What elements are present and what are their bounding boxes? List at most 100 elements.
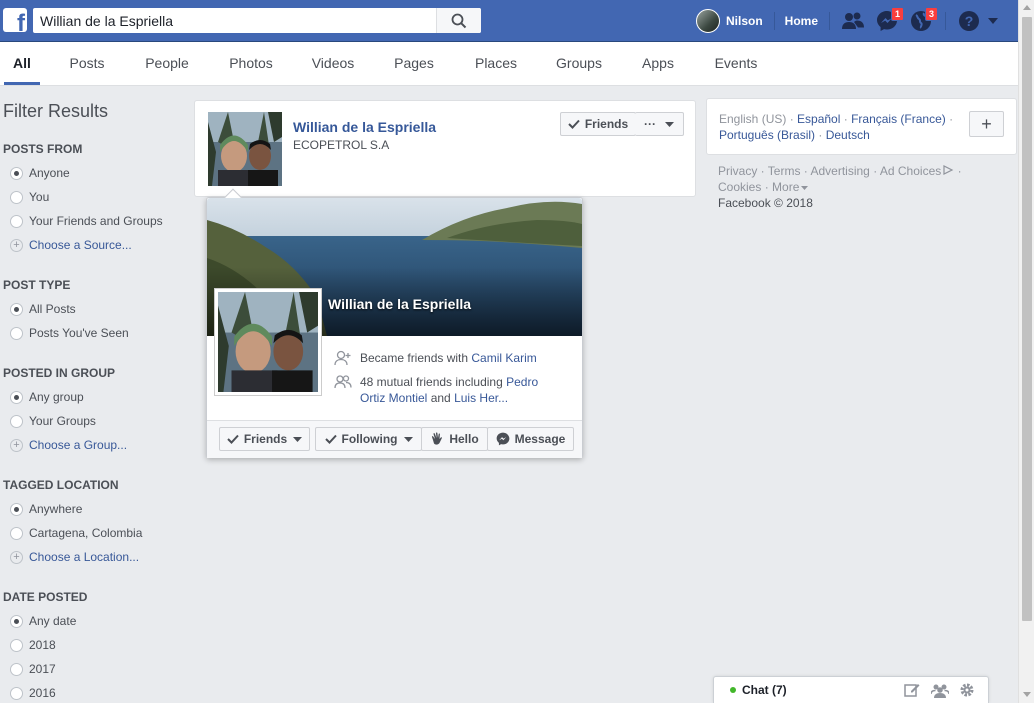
radio[interactable]: [10, 414, 23, 428]
more-options-button[interactable]: ···: [635, 112, 684, 136]
filter-option-2017[interactable]: 2017: [10, 662, 56, 676]
choose-group-link[interactable]: + Choose a Group...: [10, 438, 127, 452]
scroll-down-arrow-icon[interactable]: [1023, 692, 1031, 697]
chat-sidebar-tab[interactable]: Chat (7): [713, 676, 989, 703]
filter-option-you[interactable]: You: [10, 190, 49, 204]
new-message-button[interactable]: [904, 682, 920, 698]
tab-groups[interactable]: Groups: [548, 42, 610, 85]
user-avatar[interactable]: [696, 9, 720, 33]
scroll-up-arrow-icon[interactable]: [1023, 5, 1031, 10]
filter-option-2016[interactable]: 2016: [10, 686, 56, 700]
profile-link[interactable]: Nilson: [726, 14, 763, 28]
tab-posts[interactable]: Posts: [62, 42, 112, 85]
footer-link[interactable]: More: [772, 180, 799, 194]
radio[interactable]: [10, 190, 23, 204]
tab-pages[interactable]: Pages: [386, 42, 442, 85]
divider: [945, 12, 947, 30]
search-button[interactable]: [436, 8, 481, 33]
radio-selected[interactable]: [10, 502, 23, 516]
radio[interactable]: [10, 326, 23, 340]
radio[interactable]: [10, 662, 23, 676]
filter-option-anywhere[interactable]: Anywhere: [10, 502, 82, 516]
footer-link[interactable]: Privacy: [718, 164, 757, 178]
filter-option-seen[interactable]: Posts You've Seen: [10, 326, 129, 340]
footer-link[interactable]: Advertising: [810, 164, 869, 178]
message-label: Message: [514, 432, 566, 446]
footer-link[interactable]: Terms: [768, 164, 801, 178]
messages-button[interactable]: 1: [874, 7, 905, 34]
following-button[interactable]: Following: [315, 427, 422, 451]
facebook-logo-icon[interactable]: f: [3, 8, 27, 32]
profile-photo[interactable]: [208, 112, 282, 186]
current-language: English (US): [719, 112, 787, 126]
message-button[interactable]: Message: [487, 427, 574, 451]
gear-icon: [960, 683, 974, 697]
language-link[interactable]: Deutsch: [826, 128, 870, 142]
tab-events[interactable]: Events: [706, 42, 766, 85]
add-language-button[interactable]: +: [969, 111, 1004, 137]
tab-photos[interactable]: Photos: [220, 42, 282, 85]
post-type-heading: POST TYPE: [3, 278, 71, 292]
hovercard-profile-photo[interactable]: [215, 289, 321, 395]
mutual-friend-link[interactable]: Camil Karim: [471, 351, 536, 365]
language-link[interactable]: Español: [797, 112, 840, 126]
footer-link[interactable]: Ad Choices: [880, 164, 941, 178]
create-group-button[interactable]: [930, 682, 950, 698]
filter-option-all-posts[interactable]: All Posts: [10, 302, 76, 316]
radio[interactable]: [10, 214, 23, 228]
tab-apps[interactable]: Apps: [634, 42, 682, 85]
language-link[interactable]: Português (Brasil): [719, 128, 815, 142]
filter-option-your-groups[interactable]: Your Groups: [10, 414, 96, 428]
filter-option-friends-groups[interactable]: Your Friends and Groups: [10, 214, 163, 228]
choose-source-link[interactable]: + Choose a Source...: [10, 238, 132, 252]
friend-requests-button[interactable]: [840, 8, 866, 34]
plus-icon: +: [10, 438, 23, 452]
home-link[interactable]: Home: [785, 14, 818, 28]
notifications-button[interactable]: 3: [908, 7, 939, 34]
option-label: Posts You've Seen: [29, 326, 129, 340]
topbar-right: Nilson Home 1 3 ?: [696, 0, 1000, 42]
radio-selected[interactable]: [10, 302, 23, 316]
chat-settings-button[interactable]: [959, 682, 975, 698]
language-list: English (US) · Español · Français (Franc…: [719, 112, 954, 142]
mutual-friend-link[interactable]: Luis Her...: [454, 391, 508, 405]
language-link[interactable]: Français (France): [851, 112, 946, 126]
search-input[interactable]: [33, 9, 436, 32]
filter-option-anyone[interactable]: Anyone: [10, 166, 70, 180]
filter-option-any-date[interactable]: Any date: [10, 614, 76, 628]
mutual-friends-text: 48 mutual friends including: [360, 375, 507, 389]
option-label: Your Friends and Groups: [29, 214, 163, 228]
scroll-thumb[interactable]: [1022, 17, 1032, 621]
friends-button[interactable]: Friends: [560, 112, 636, 136]
result-name-link[interactable]: Willian de la Espriella: [293, 119, 436, 135]
messenger-icon: [496, 432, 510, 446]
tab-places[interactable]: Places: [466, 42, 526, 85]
filter-option-any-group[interactable]: Any group: [10, 390, 84, 404]
tab-people[interactable]: People: [136, 42, 198, 85]
option-label: Choose a Location...: [29, 550, 140, 564]
radio[interactable]: [10, 686, 23, 700]
top-navigation-bar: f Nilson Home 1 3 ?: [0, 0, 1018, 42]
help-button[interactable]: ?: [956, 8, 982, 34]
page-scrollbar[interactable]: [1018, 0, 1034, 703]
hovercard-friends-button[interactable]: Friends: [219, 427, 310, 451]
filter-option-2018[interactable]: 2018: [10, 638, 56, 652]
search-filter-tabs: All Posts People Photos Videos Pages Pla…: [0, 42, 1018, 86]
caret-down-icon: [293, 436, 303, 442]
group-icon: [930, 684, 950, 698]
radio-selected[interactable]: [10, 166, 23, 180]
footer-link[interactable]: Cookies: [718, 180, 761, 194]
option-label: Any group: [29, 390, 84, 404]
hovercard-name-link[interactable]: Willian de la Espriella: [328, 296, 471, 312]
tab-all[interactable]: All: [4, 42, 40, 85]
choose-location-link[interactable]: + Choose a Location...: [10, 550, 139, 564]
tab-videos[interactable]: Videos: [304, 42, 362, 85]
radio-selected[interactable]: [10, 614, 23, 628]
radio[interactable]: [10, 526, 23, 540]
account-menu-button[interactable]: [986, 11, 1000, 31]
hello-button[interactable]: Hello: [421, 427, 488, 451]
radio-selected[interactable]: [10, 390, 23, 404]
radio[interactable]: [10, 638, 23, 652]
notifications-badge: 3: [925, 7, 939, 21]
filter-option-cartagena[interactable]: Cartagena, Colombia: [10, 526, 142, 540]
